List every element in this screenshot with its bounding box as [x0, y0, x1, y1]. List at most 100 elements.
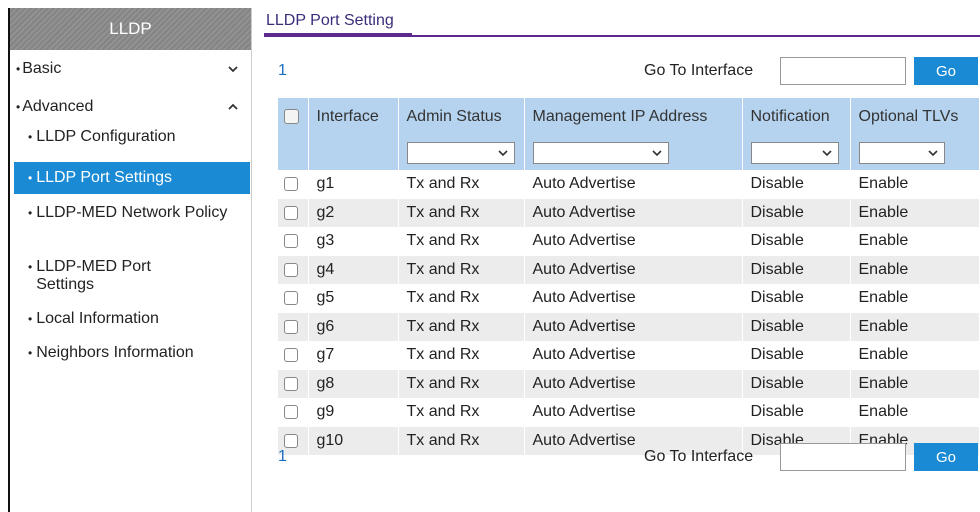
sidebar-item-label: Neighbors Information: [36, 344, 194, 361]
chevron-up-icon: [228, 103, 238, 110]
bullet-icon: •: [28, 312, 33, 326]
page-link[interactable]: 1: [278, 62, 287, 80]
management-ip-cell: Auto Advertise: [524, 312, 743, 341]
go-button[interactable]: Go: [914, 443, 978, 471]
table-row[interactable]: g4 Tx and Rx Auto Advertise Disable Enable: [278, 255, 980, 284]
go-button[interactable]: Go: [914, 57, 978, 85]
page-link[interactable]: 1: [278, 448, 287, 466]
sidebar-section-basic[interactable]: • Basic: [10, 50, 251, 88]
column-header-management-ip-address[interactable]: Management IP Address: [524, 98, 743, 136]
sidebar-item-lldp-port-settings[interactable]: • LLDP Port Settings: [14, 162, 250, 194]
bullet-icon: •: [28, 206, 33, 220]
management-ip-cell: Auto Advertise: [524, 341, 743, 370]
admin-status-cell: Tx and Rx: [398, 227, 525, 256]
row-checkbox[interactable]: [284, 319, 298, 334]
table-row[interactable]: g2 Tx and Rx Auto Advertise Disable Enable: [278, 198, 980, 227]
management-ip-cell: Auto Advertise: [524, 398, 743, 427]
sidebar-section-label: Basic: [22, 60, 62, 77]
row-checkbox[interactable]: [284, 291, 298, 306]
goto-interface-label: Go To Interface: [644, 448, 754, 465]
sidebar-item-label: LLDP Port Settings: [36, 169, 172, 186]
sidebar-item-lldp-med-port-settings[interactable]: • LLDP-MED Port Settings: [10, 250, 210, 308]
bullet-icon: •: [16, 62, 21, 76]
management-ip-cell: Auto Advertise: [524, 227, 743, 256]
optional-tlvs-cell: Enable: [850, 312, 980, 341]
interface-cell: g9: [308, 398, 399, 427]
select-all-checkbox[interactable]: [284, 109, 299, 125]
sidebar-item-neighbors-information[interactable]: • Neighbors Information: [10, 342, 251, 376]
column-header-notification[interactable]: Notification: [742, 98, 851, 136]
filter-cell: [742, 136, 851, 170]
column-header-optional-tlvs[interactable]: Optional TLVs: [850, 98, 980, 136]
notification-cell: Disable: [742, 284, 851, 313]
optional-tlvs-cell: Enable: [850, 398, 980, 427]
interface-cell: g5: [308, 284, 399, 313]
row-checkbox[interactable]: [284, 348, 298, 363]
optional-tlvs-cell: Enable: [850, 369, 980, 398]
sidebar-section-advanced[interactable]: • Advanced: [10, 88, 251, 126]
sidebar-section-label: Advanced: [22, 98, 94, 115]
table-row[interactable]: g1 Tx and Rx Auto Advertise Disable Enable: [278, 170, 980, 199]
column-header-interface[interactable]: Interface: [308, 98, 399, 136]
chevron-down-icon: [497, 150, 508, 157]
row-checkbox[interactable]: [284, 177, 298, 192]
row-checkbox-cell: [278, 170, 309, 199]
interface-cell: g6: [308, 312, 399, 341]
row-checkbox[interactable]: [284, 405, 298, 420]
admin-status-select[interactable]: [406, 142, 515, 164]
row-checkbox[interactable]: [284, 205, 298, 220]
column-header-admin-status[interactable]: Admin Status: [398, 98, 525, 136]
filter-cell: [850, 136, 980, 170]
interface-cell: g2: [308, 198, 399, 227]
optional-tlvs-select[interactable]: [858, 142, 945, 164]
bullet-icon: •: [28, 130, 33, 144]
chevron-down-icon: [927, 150, 938, 157]
admin-status-cell: Tx and Rx: [398, 198, 525, 227]
management-ip-cell: Auto Advertise: [524, 255, 743, 284]
goto-interface-input[interactable]: [780, 443, 906, 471]
interface-cell: g7: [308, 341, 399, 370]
sidebar-item-lldp-configuration[interactable]: • LLDP Configuration: [10, 126, 251, 162]
interface-cell: g8: [308, 369, 399, 398]
table-row[interactable]: g9 Tx and Rx Auto Advertise Disable Enable: [278, 398, 980, 427]
chevron-down-icon: [228, 66, 238, 73]
table-row[interactable]: g7 Tx and Rx Auto Advertise Disable Enable: [278, 341, 980, 370]
optional-tlvs-cell: Enable: [850, 170, 980, 199]
row-checkbox-cell: [278, 398, 309, 427]
goto-interface-input[interactable]: [780, 57, 906, 85]
admin-status-cell: Tx and Rx: [398, 170, 525, 199]
table-row[interactable]: g5 Tx and Rx Auto Advertise Disable Enable: [278, 284, 980, 313]
sidebar-item-label: LLDP Configuration: [36, 128, 176, 145]
row-checkbox[interactable]: [284, 262, 298, 277]
bullet-icon: •: [16, 100, 21, 114]
title-underline: [264, 33, 412, 37]
notification-cell: Disable: [742, 198, 851, 227]
table-row[interactable]: g6 Tx and Rx Auto Advertise Disable Enable: [278, 312, 980, 341]
bullet-icon: •: [28, 346, 33, 360]
table-filter-row: [278, 136, 980, 170]
table-row[interactable]: g8 Tx and Rx Auto Advertise Disable Enable: [278, 369, 980, 398]
row-checkbox[interactable]: [284, 234, 298, 249]
chevron-down-icon: [651, 150, 662, 157]
goto-interface-label: Go To Interface: [644, 62, 754, 79]
row-checkbox-cell: [278, 284, 309, 313]
sidebar-item-lldp-med-network-policy[interactable]: • LLDP-MED Network Policy: [10, 194, 230, 250]
pager-bottom: 1 Go To Interface Go: [264, 442, 980, 472]
row-checkbox-cell: [278, 312, 309, 341]
notification-cell: Disable: [742, 170, 851, 199]
sidebar-item-local-information[interactable]: • Local Information: [10, 308, 251, 342]
table-row[interactable]: g3 Tx and Rx Auto Advertise Disable Enable: [278, 227, 980, 256]
bullet-icon: •: [28, 171, 33, 185]
notification-select[interactable]: [750, 142, 839, 164]
row-checkbox[interactable]: [284, 376, 298, 391]
row-checkbox-cell: [278, 198, 309, 227]
sidebar-item-label: LLDP-MED Network Policy: [36, 204, 228, 221]
sidebar-item-label: LLDP-MED Port Settings: [36, 258, 151, 293]
table-header-row: Interface Admin Status Management IP Add…: [278, 98, 980, 136]
admin-status-cell: Tx and Rx: [398, 341, 525, 370]
filter-cell: [398, 136, 525, 170]
notification-cell: Disable: [742, 398, 851, 427]
management-ip-select[interactable]: [532, 142, 669, 164]
management-ip-cell: Auto Advertise: [524, 198, 743, 227]
sidebar-header: LLDP: [10, 8, 251, 50]
